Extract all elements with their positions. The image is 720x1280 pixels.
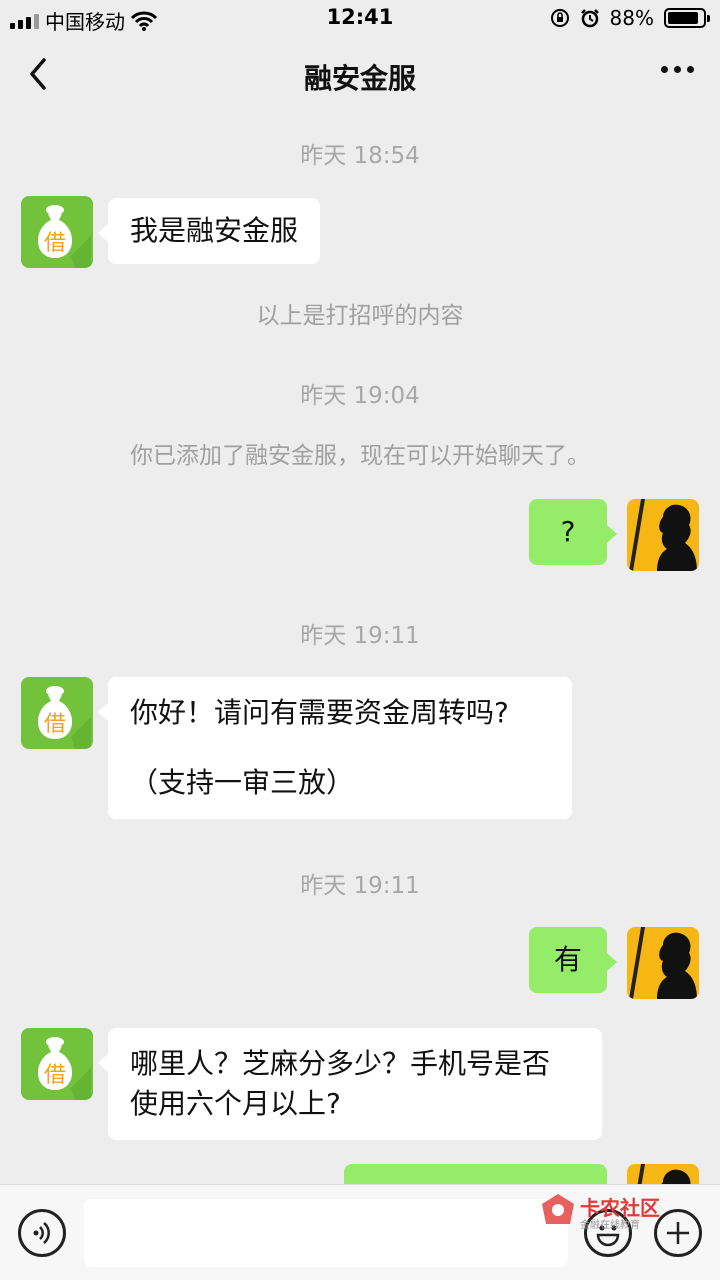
message-bubble-sent[interactable] [344, 1164, 607, 1184]
battery-icon [664, 8, 710, 28]
user-avatar[interactable] [627, 1164, 699, 1184]
timestamp: 昨天 18:54 [300, 143, 420, 169]
voice-icon [33, 1222, 50, 1244]
money-bag-icon: 借 [37, 1037, 91, 1100]
bot-avatar-char: 借 [44, 231, 66, 256]
money-bag-icon: 借 [37, 686, 91, 749]
voice-button[interactable] [18, 1209, 66, 1257]
bot-avatar[interactable]: 借 [21, 196, 93, 268]
message-bubble-received[interactable]: 哪里人？芝麻分多少？手机号是否 使用六个月以上? [98, 1028, 602, 1140]
orientation-lock-icon [550, 9, 569, 27]
watermark-logo-icon [542, 1194, 574, 1224]
user-avatar[interactable] [627, 499, 699, 571]
system-notice: 你已添加了融安金服，现在可以开始聊天了。 [130, 443, 590, 469]
watermark-subtitle: 金融在线教育 [580, 1220, 640, 1231]
watermark: 卡农社区 金融在线教育 [540, 1190, 690, 1231]
timestamp: 昨天 19:11 [300, 873, 420, 899]
timestamp: 昨天 19:04 [300, 383, 420, 409]
more-icon[interactable] [661, 66, 694, 73]
message-text: （支持一审三放） [130, 766, 355, 799]
battery-percent: 88% [609, 6, 654, 30]
message-text: 哪里人？芝麻分多少？手机号是否 [130, 1047, 551, 1080]
silhouette-icon [629, 927, 697, 999]
bot-avatar[interactable]: 借 [21, 677, 93, 749]
nav-bar: 融安金服 [0, 40, 720, 108]
message-text: 你好！请问有需要资金周转吗? [130, 696, 509, 729]
silhouette-icon [629, 499, 697, 571]
bot-avatar[interactable]: 借 [21, 1028, 93, 1100]
message-text: 有 [553, 943, 582, 976]
bot-avatar-char: 借 [44, 1063, 66, 1088]
message-text: 我是融安金服 [130, 214, 299, 247]
message-bubble-sent[interactable]: ? [529, 499, 617, 565]
money-bag-icon: 借 [37, 205, 91, 268]
chat-title: 融安金服 [303, 62, 416, 95]
message-bubble-sent[interactable]: 有 [529, 927, 617, 993]
timestamp: 昨天 19:11 [300, 623, 420, 649]
status-right: 88% [550, 6, 710, 30]
silhouette-icon [637, 1164, 691, 1184]
alarm-icon [580, 9, 599, 28]
message-text: 使用六个月以上? [130, 1087, 341, 1120]
message-bubble-received[interactable]: 我是融安金服 [97, 198, 321, 264]
chat-list[interactable]: 昨天 18:54 借 我是融安金服 以上是打招呼的内容 昨天 19:04 你已添… [0, 108, 720, 1184]
message-text: ? [560, 515, 576, 548]
bot-avatar-char: 借 [44, 712, 66, 737]
message-input[interactable] [84, 1199, 568, 1267]
message-bubble-received[interactable]: 你好！请问有需要资金周转吗? （支持一审三放） [98, 677, 572, 819]
system-notice: 以上是打招呼的内容 [256, 303, 464, 329]
status-bar: 中国移动 12:41 88% [0, 0, 720, 40]
user-avatar[interactable] [627, 927, 699, 999]
